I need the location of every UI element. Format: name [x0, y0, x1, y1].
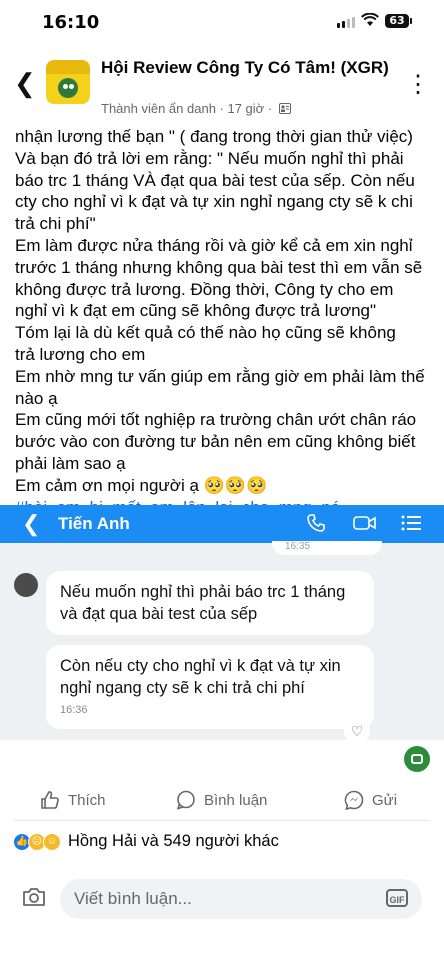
post-line: Em cảm ơn mọi người ạ 🥺🥺🥺 — [15, 475, 268, 495]
post-line: phải làm sao ạ — [15, 453, 126, 473]
post-line: nghỉ vì k đạt em cũng sẽ không được trả … — [15, 301, 377, 321]
chat-info-list-icon — [401, 515, 421, 531]
post-line: Em làm được nửa tháng rồi và giờ kể cả e… — [15, 235, 413, 255]
group-privacy-icon — [278, 103, 291, 114]
battery-icon: 63 — [385, 14, 412, 28]
chat-back-icon: ❮ — [22, 511, 41, 536]
comment-label: Bình luận — [204, 791, 268, 809]
send-label: Gửi — [372, 791, 398, 809]
post-line: Tóm lại là dù kết quả có thế nào họ cũng… — [15, 323, 396, 343]
chat-screenshot[interactable]: ❮ Tiến Anh 16:35 Nếu muốn nghỉ thì phải … — [0, 505, 444, 740]
group-avatar[interactable] — [46, 60, 90, 104]
chat-avatar — [14, 573, 38, 597]
chat-contact-name: Tiến Anh — [58, 514, 130, 533]
heart-react-icon: ♡ — [344, 718, 370, 740]
messenger-icon — [344, 790, 364, 810]
chat-message-time: 16:36 — [60, 704, 88, 716]
comment-bubble-icon — [176, 790, 195, 810]
thumbs-up-icon — [41, 791, 59, 809]
comment-button[interactable]: Bình luận — [176, 790, 267, 810]
post-line: báo trc 1 tháng VÀ đạt qua bài test của … — [15, 170, 415, 190]
group-name[interactable]: Hội Review Công Ty Có Tâm! (XGR) — [101, 57, 401, 78]
post-line: trả chi phí" — [15, 214, 96, 234]
post-line: nhận lương thế bạn " ( đang trong thời g… — [15, 127, 413, 146]
reaction-count-text: Hồng Hải và 549 người khác — [68, 832, 279, 850]
camera-icon[interactable] — [22, 886, 46, 908]
post-body: nhận lương thế bạn " ( đang trong thời g… — [15, 126, 435, 518]
cellular-signal-icon — [337, 17, 355, 28]
post-line: nào ạ — [15, 388, 58, 408]
comment-placeholder: Viết bình luận... — [74, 889, 192, 908]
post-line: trả lương cho em — [15, 344, 146, 364]
chat-header: ❮ Tiến Anh — [0, 505, 444, 543]
group-badge-icon[interactable] — [404, 746, 430, 772]
post-header: ❮ Hội Review Công Ty Có Tâm! (XGR) Thành… — [0, 50, 444, 122]
post-actions: Thích Bình luận Gửi — [0, 784, 444, 818]
comment-input[interactable]: Viết bình luận... GIF — [60, 879, 422, 919]
post-line: Và bạn đó trả lời em rằng: " Nếu muốn ng… — [15, 148, 404, 168]
previous-message-time: 16:35 — [285, 541, 311, 552]
wifi-icon — [361, 13, 379, 26]
status-time: 16:10 — [42, 12, 100, 33]
reaction-summary[interactable]: 👍 ☹ ☺ Hồng Hải và 549 người khác — [13, 832, 279, 851]
status-bar: 16:10 63 — [0, 0, 444, 44]
haha-reaction-icon: ☺ — [43, 832, 61, 851]
post-meta-text: Thành viên ẩn danh · 17 giờ · — [101, 101, 273, 116]
send-button[interactable]: Gửi — [344, 790, 397, 810]
chat-message: Còn nếu cty cho nghỉ vì k đạt và tự xin … — [46, 645, 374, 729]
chevron-left-icon[interactable]: ❮ — [14, 68, 36, 99]
video-call-icon — [353, 516, 376, 530]
post-meta: Thành viên ẩn danh · 17 giờ · — [101, 101, 291, 116]
phone-icon — [307, 514, 325, 532]
gif-icon[interactable]: GIF — [386, 889, 408, 907]
comment-composer: Viết bình luận... GIF — [0, 866, 444, 960]
post-line: bước vào con đường tư bản nên em cũng kh… — [15, 432, 416, 452]
chat-message: Nếu muốn nghỉ thì phải báo trc 1 tháng v… — [46, 571, 374, 635]
like-button[interactable]: Thích — [40, 790, 106, 810]
post-line: trước 1 tháng nhưng không qua bài test t… — [15, 257, 423, 277]
post-line: Em cũng mới tốt nghiệp ra trường chân ướ… — [15, 410, 417, 430]
post-line: cty cho nghỉ vì k đạt và tự xin nghỉ nga… — [15, 192, 413, 212]
like-label: Thích — [68, 791, 106, 809]
divider — [14, 820, 430, 821]
post-line: Em nhờ mng tư vấn giúp em rằng giờ em ph… — [15, 366, 425, 386]
post-line: không được trả lương. Đồng thời, Công ty… — [15, 279, 394, 299]
more-dots-icon[interactable]: ⋮ — [406, 70, 430, 99]
